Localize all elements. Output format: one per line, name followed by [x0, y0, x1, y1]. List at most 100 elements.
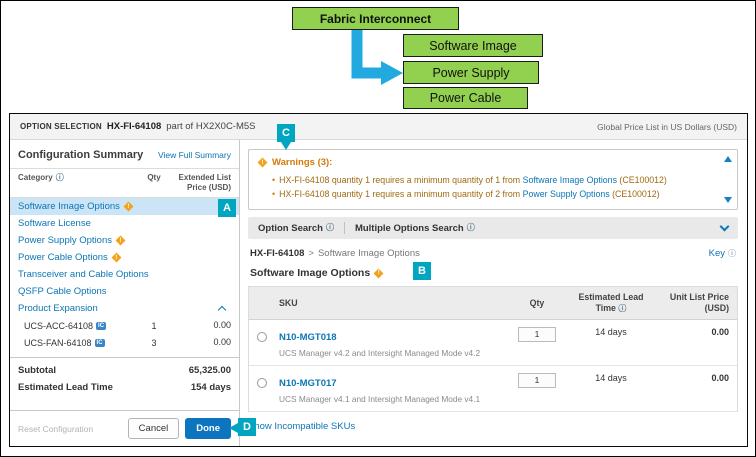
divider — [343, 222, 345, 234]
info-icon[interactable]: ⓘ — [56, 173, 64, 182]
warning-icon: ! — [374, 269, 383, 278]
warning-item: • HX-FI-64108 quantity 1 requires a minim… — [272, 175, 667, 185]
annotation-software-image: Software Image — [403, 34, 543, 57]
option-detail-panel: ! Warnings (3): • HX-FI-64108 quantity 1 … — [240, 140, 747, 446]
lead-time-value: 14 days — [595, 372, 627, 383]
sku-table: SKU Qty Estimated Lead Time ⓘ Unit List … — [248, 286, 738, 412]
warning-icon: ! — [116, 236, 125, 245]
chevron-up-icon[interactable] — [217, 305, 227, 315]
summary-footer: Reset Configuration Cancel Done — [10, 410, 239, 446]
qty-input[interactable] — [518, 326, 556, 342]
done-button[interactable]: Done — [185, 418, 231, 439]
summary-product-row: UCS-ACC-64108 IC 1 0.00 — [10, 317, 239, 334]
unit-price-header: Unit List Price (USD) — [669, 292, 729, 313]
app-window: OPTION SELECTION HX-FI-64108 part of HX2… — [9, 113, 748, 447]
sidebar-item-software-image-options[interactable]: Software Image Options ! — [10, 198, 239, 215]
radio-button[interactable] — [257, 377, 267, 388]
lead-time-header: Estimated Lead Time ⓘ — [578, 292, 644, 313]
sidebar-item-software-license[interactable]: Software License — [10, 215, 239, 232]
sidebar-item-qsfp-cable-options[interactable]: QSFP Cable Options — [10, 283, 239, 300]
info-icon[interactable]: ⓘ — [467, 224, 475, 232]
lead-time-row: Estimated Lead Time 154 days — [10, 379, 239, 396]
warning-option-link[interactable]: Software Image Options — [523, 175, 617, 185]
scroll-down-icon[interactable] — [724, 197, 732, 203]
sku-header: SKU — [279, 297, 298, 308]
sidebar-item-power-cable-options[interactable]: Power Cable Options ! — [10, 249, 239, 266]
tab-multiple-options-search[interactable]: Multiple Options Search ⓘ — [355, 223, 475, 234]
lead-time-value: 154 days — [190, 381, 231, 393]
option-selection-title: OPTION SELECTION HX-FI-64108 part of HX2… — [20, 121, 256, 132]
warning-item: • HX-FI-64108 quantity 1 requires a minim… — [272, 189, 660, 199]
summary-title: Configuration Summary — [18, 149, 144, 161]
part-of-label: part of HX2X0C-M5S — [166, 121, 256, 132]
ic-badge: IC — [94, 338, 105, 347]
qty-header: Qty — [529, 297, 545, 308]
warning-code: (CE100012) — [619, 175, 667, 185]
warning-icon: ! — [258, 158, 267, 167]
warnings-list: • HX-FI-64108 quantity 1 requires a minim… — [272, 173, 717, 201]
warning-code: (CE100012) — [612, 189, 660, 199]
screenshot-canvas: Fabric Interconnect Software Image Power… — [0, 0, 756, 457]
summary-product-row: UCS-FAN-64108 IC 3 0.00 — [10, 334, 239, 351]
scroll-up-icon[interactable] — [724, 156, 732, 162]
product-name: UCS-ACC-64108 — [24, 320, 94, 331]
callout-c-down-arrow-icon — [281, 142, 291, 150]
qty-input[interactable] — [518, 372, 556, 388]
subtotal-label: Subtotal — [18, 364, 56, 376]
chevron-down-icon[interactable] — [719, 221, 730, 231]
sku-description: UCS Manager v4.1 and Intersight Managed … — [279, 393, 481, 404]
lead-time-value: 14 days — [595, 326, 627, 337]
annotation-power-supply: Power Supply — [403, 61, 539, 84]
warnings-title-row: ! Warnings (3): — [258, 157, 717, 168]
key-link[interactable]: Key — [709, 248, 725, 259]
price-list-label: Global Price List in US Dollars (USD) — [597, 121, 737, 132]
annotation-fabric-interconnect: Fabric Interconnect — [292, 7, 459, 30]
sidebar-item-product-expansion[interactable]: Product Expansion — [10, 300, 239, 317]
breadcrumb-parent: HX-FI-64108 — [250, 248, 305, 259]
info-icon[interactable]: ⓘ — [728, 249, 736, 258]
cancel-button[interactable]: Cancel — [127, 418, 180, 439]
sku-table-header: SKU Qty Estimated Lead Time ⓘ Unit List … — [249, 287, 737, 320]
summary-column-headers: Category ⓘ Qty Extended List Price (USD) — [10, 168, 239, 198]
elbow-arrow-icon — [351, 29, 403, 85]
sku-link[interactable]: N10-MGT018 — [279, 332, 337, 343]
annotation-power-cable: Power Cable — [403, 87, 528, 109]
product-qty: 3 — [151, 337, 157, 348]
warnings-title: Warnings (3): — [272, 157, 333, 168]
callout-d-left-arrow-icon — [229, 423, 238, 433]
reset-configuration-link[interactable]: Reset Configuration — [18, 424, 122, 434]
sidebar-item-power-supply-options[interactable]: Power Supply Options ! — [10, 232, 239, 249]
view-full-summary-link[interactable]: View Full Summary — [158, 150, 231, 160]
product-qty: 1 — [151, 320, 157, 331]
warning-icon: ! — [112, 253, 121, 262]
subtotal-row: Subtotal 65,325.00 — [10, 362, 239, 379]
product-code: HX-FI-64108 — [106, 121, 162, 132]
price-column-header: Extended List Price (USD) — [178, 173, 231, 192]
product-price: 0.00 — [213, 320, 231, 330]
table-row: N10-MGT017 UCS Manager v4.1 and Intersig… — [249, 366, 737, 412]
bullet-icon: • — [272, 189, 276, 199]
subtotal-value: 65,325.00 — [188, 364, 231, 376]
radio-button[interactable] — [257, 331, 267, 342]
breadcrumb-current: Software Image Options — [317, 248, 420, 259]
sidebar-item-transceiver-cable-options[interactable]: Transceiver and Cable Options — [10, 266, 239, 283]
callout-b: B — [413, 262, 431, 280]
callout-a: A — [218, 199, 236, 217]
configuration-summary-panel: Configuration Summary View Full Summary … — [10, 140, 240, 446]
sku-link[interactable]: N10-MGT017 — [279, 378, 337, 389]
breadcrumb-separator: > — [308, 248, 314, 259]
info-icon[interactable]: ⓘ — [618, 304, 626, 313]
warning-icon: ! — [124, 202, 133, 211]
warning-option-link[interactable]: Power Supply Options — [523, 189, 610, 199]
info-icon[interactable]: ⓘ — [326, 224, 334, 232]
product-price: 0.00 — [213, 337, 231, 348]
show-incompatible-skus-link[interactable]: Show Incompatible SKUs — [248, 421, 355, 432]
qty-column-header: Qty — [147, 173, 161, 182]
warnings-box: ! Warnings (3): • HX-FI-64108 quantity 1 … — [248, 149, 738, 210]
tab-option-search[interactable]: Option Search ⓘ — [258, 223, 334, 234]
summary-totals: Subtotal 65,325.00 Estimated Lead Time 1… — [10, 356, 239, 400]
unit-price-value: 0.00 — [711, 326, 729, 337]
bullet-icon: • — [272, 175, 276, 185]
app-header: OPTION SELECTION HX-FI-64108 part of HX2… — [10, 114, 747, 140]
section-label: OPTION SELECTION — [20, 122, 102, 131]
